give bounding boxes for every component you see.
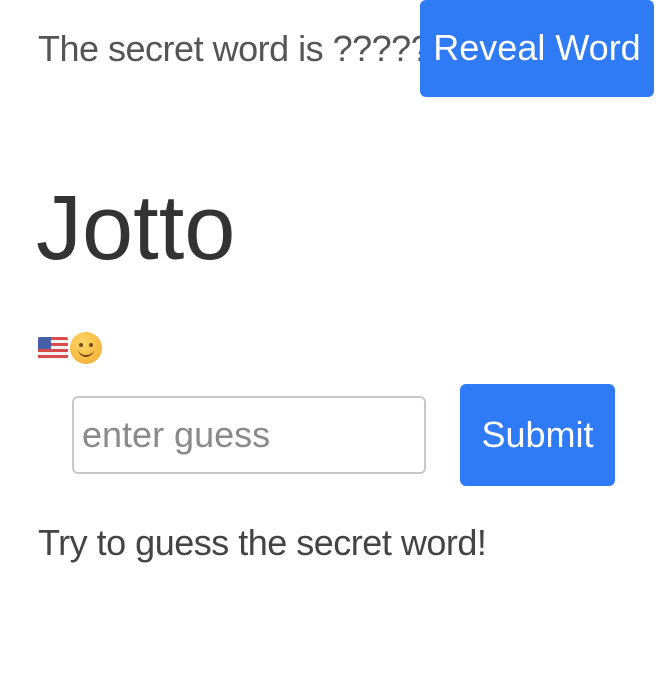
reveal-word-button[interactable]: Reveal Word [420, 0, 654, 97]
smiley-emoji-icon[interactable] [70, 332, 102, 364]
submit-button[interactable]: Submit [460, 384, 615, 486]
us-flag-icon[interactable] [38, 337, 68, 359]
guess-input[interactable] [72, 396, 426, 474]
secret-word-text: The secret word is ????? [38, 28, 431, 69]
instructions-text: Try to guess the secret word! [38, 522, 487, 563]
page-title: Jotto [36, 177, 236, 279]
language-picker [38, 332, 102, 364]
